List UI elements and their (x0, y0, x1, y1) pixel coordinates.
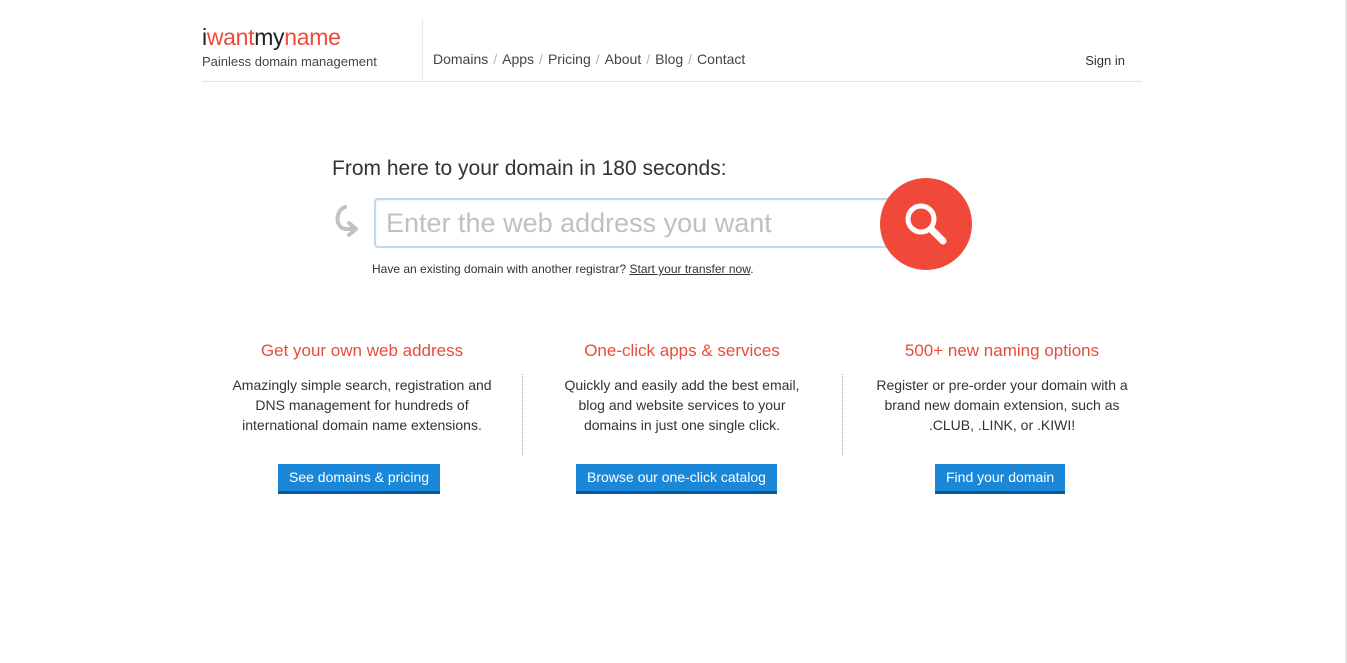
nav-separator: / (539, 51, 543, 67)
column-divider (842, 374, 843, 455)
nav-separator: / (688, 51, 693, 67)
see-domains-pricing-button[interactable]: See domains & pricing (278, 464, 441, 494)
transfer-note: Have an existing domain with another reg… (372, 262, 754, 276)
domain-search-box (374, 198, 890, 248)
transfer-period: . (750, 262, 754, 276)
nav-blog[interactable]: Blog (655, 51, 683, 67)
nav-pricing[interactable]: Pricing (548, 51, 591, 67)
logo-part-name: name (284, 24, 341, 50)
nav-contact[interactable]: Contact (697, 51, 745, 67)
feature-title: One-click apps & services (584, 341, 780, 360)
hook-arrow-icon (335, 205, 358, 237)
hero-title: From here to your domain in 180 seconds: (332, 157, 727, 180)
magnifier-icon (905, 203, 947, 245)
tagline: Painless domain management (202, 54, 377, 69)
logo-part-want: want (206, 24, 255, 50)
transfer-link[interactable]: Start your transfer now (629, 262, 750, 276)
header-divider (422, 18, 423, 80)
column-divider (522, 374, 523, 455)
nav-separator: / (646, 51, 651, 67)
site-header: iwantmyname Painless domain management D… (202, 18, 1142, 82)
feature-description: Amazingly simple search, registration an… (232, 377, 492, 433)
nav-separator: / (595, 51, 600, 67)
search-button[interactable] (880, 178, 972, 270)
nav-domains[interactable]: Domains (433, 51, 488, 67)
feature-naming-options: 500+ new naming options Register or pre-… (842, 340, 1162, 435)
signin-link[interactable]: Sign in (1085, 53, 1125, 68)
feature-description: Quickly and easily add the best email, b… (564, 377, 800, 433)
nav-apps[interactable]: Apps (502, 51, 534, 67)
logo-part-my: my (254, 24, 285, 50)
feature-web-address: Get your own web address Amazingly simpl… (202, 340, 522, 435)
nav-separator: / (493, 51, 498, 67)
browse-catalog-button[interactable]: Browse our one-click catalog (576, 464, 777, 494)
feature-title: Get your own web address (260, 341, 464, 360)
find-domain-button[interactable]: Find your domain (935, 464, 1066, 494)
nav-about[interactable]: About (605, 51, 642, 67)
logo[interactable]: iwantmyname (202, 24, 341, 50)
feature-description: Register or pre-order your domain with a… (876, 377, 1128, 433)
main-nav: Domains / Apps / Pricing / About / Blog / Contact (433, 51, 745, 67)
transfer-text: Have an existing domain with another reg… (372, 262, 627, 276)
feature-one-click-apps: One-click apps & services Quickly and ea… (522, 340, 842, 435)
domain-search-input[interactable] (376, 200, 890, 246)
feature-title: 500+ new naming options (904, 341, 1100, 360)
